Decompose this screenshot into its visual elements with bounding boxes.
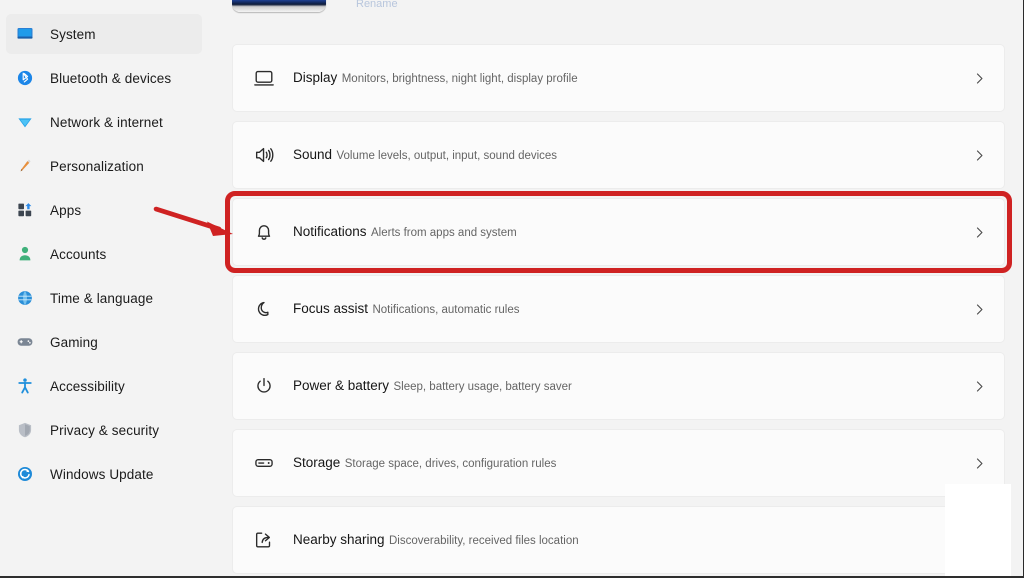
clock-globe-icon [14,287,36,309]
sidebar-item-windows-update[interactable]: Windows Update [6,454,202,494]
card-subtitle: Storage space, drives, configuration rul… [344,458,557,470]
sidebar-item-label: Network & internet [50,114,163,130]
settings-card-focus-assist[interactable]: Focus assist Notifications, automatic ru… [232,275,1005,343]
sidebar-item-accessibility[interactable]: Accessibility [6,366,202,406]
sidebar-item-label: Windows Update [50,466,154,482]
sidebar-item-label: Apps [50,202,82,218]
sidebar-item-network-internet[interactable]: Network & internet [6,102,202,142]
card-title: Sound [293,147,333,162]
sidebar-item-label: System [50,26,96,42]
settings-card-list: Display Monitors, brightness, night ligh… [225,44,1012,578]
chevron-right-icon[interactable] [973,303,990,316]
shield-icon [14,419,36,441]
chevron-right-icon[interactable] [973,149,990,162]
rename-link[interactable]: Rename [356,0,398,10]
monitor-icon [14,23,36,45]
card-text: Sound Volume levels, output, input, soun… [293,146,973,164]
card-title: Notifications [293,224,367,239]
card-text: Storage Storage space, drives, configura… [293,454,973,472]
power-icon [249,371,279,401]
card-title: Display [293,70,338,85]
card-title: Focus assist [293,301,369,316]
person-icon [14,243,36,265]
sidebar-item-label: Gaming [50,334,98,350]
white-redaction-box [945,484,1011,578]
card-text: Focus assist Notifications, automatic ru… [293,300,973,318]
speaker-icon [249,140,279,170]
card-title: Power & battery [293,378,390,393]
settings-content-pane: Rename Display Monitors, brightness, nig… [225,0,1023,578]
bluetooth-icon [14,67,36,89]
settings-card-display[interactable]: Display Monitors, brightness, night ligh… [232,44,1005,112]
settings-card-power-battery[interactable]: Power & battery Sleep, battery usage, ba… [232,352,1005,420]
card-subtitle: Monitors, brightness, night light, displ… [341,73,578,85]
sidebar-item-apps[interactable]: Apps [6,190,202,230]
network-icon [14,111,36,133]
sidebar-item-label: Time & language [50,290,154,306]
sidebar-item-privacy-security[interactable]: Privacy & security [6,410,202,450]
bell-icon [249,217,279,247]
sidebar-item-label: Accessibility [50,378,125,394]
share-icon [249,525,279,555]
card-subtitle: Discoverability, received files location [389,535,579,547]
chevron-right-icon[interactable] [973,380,990,393]
update-icon [14,463,36,485]
drive-icon [249,448,279,478]
sidebar-item-personalization[interactable]: Personalization [6,146,202,186]
moon-icon [249,294,279,324]
sidebar-item-label: Privacy & security [50,422,160,438]
card-title: Storage [293,455,341,470]
sidebar-item-gaming[interactable]: Gaming [6,322,202,362]
settings-card-sound[interactable]: Sound Volume levels, output, input, soun… [232,121,1005,189]
sidebar-item-system[interactable]: System [6,14,202,54]
card-subtitle: Volume levels, output, input, sound devi… [336,150,558,162]
card-text: Nearby sharing Discoverability, received… [293,531,973,549]
accessibility-icon [14,375,36,397]
card-text: Display Monitors, brightness, night ligh… [293,69,973,87]
sidebar-item-time-language[interactable]: Time & language [6,278,202,318]
settings-sidebar: System Bluetooth & devices Network & int… [0,0,232,578]
paintbrush-icon [14,155,36,177]
card-subtitle: Alerts from apps and system [371,227,517,239]
gamepad-icon [14,331,36,353]
sidebar-item-label: Personalization [50,158,144,174]
card-text: Notifications Alerts from apps and syste… [293,223,973,241]
sidebar-item-label: Bluetooth & devices [50,70,172,86]
sidebar-item-bluetooth-devices[interactable]: Bluetooth & devices [6,58,202,98]
monitor-thumbnail-icon [232,0,326,12]
card-text: Power & battery Sleep, battery usage, ba… [293,377,973,395]
apps-icon [14,199,36,221]
sidebar-item-accounts[interactable]: Accounts [6,234,202,274]
chevron-right-icon[interactable] [973,72,990,85]
chevron-right-icon[interactable] [973,457,990,470]
settings-window: System Bluetooth & devices Network & int… [0,0,1024,578]
settings-card-notifications[interactable]: Notifications Alerts from apps and syste… [225,191,1012,273]
card-subtitle: Notifications, automatic rules [372,304,520,316]
settings-card-storage[interactable]: Storage Storage space, drives, configura… [232,429,1005,497]
device-header-strip: Rename [232,0,1023,14]
card-title: Nearby sharing [293,532,385,547]
sidebar-item-label: Accounts [50,246,107,262]
display-icon [249,63,279,93]
card-subtitle: Sleep, battery usage, battery saver [393,381,572,393]
chevron-right-icon[interactable] [973,226,990,239]
settings-card-nearby-sharing[interactable]: Nearby sharing Discoverability, received… [232,506,1005,574]
